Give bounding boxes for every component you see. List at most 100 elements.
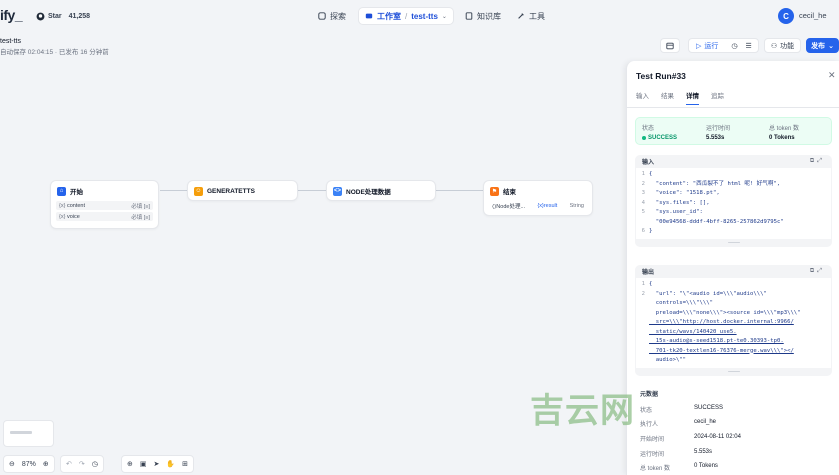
line-number: 1 — [641, 281, 645, 287]
line-number: 4 — [641, 199, 645, 206]
flag-icon: ⚑ — [490, 186, 499, 196]
line-number: 2 — [641, 290, 645, 297]
history-icon[interactable]: ◷ — [731, 42, 737, 50]
publish-button[interactable]: 发布 ⌄ — [806, 38, 839, 53]
meta-row: 开始时间 2024-08-11 02:04 — [640, 434, 741, 443]
input-card: 输入 ⧉⤢ 1{ 2 "content": "西瓜裂不了 html 呢! 好气啊… — [635, 155, 832, 247]
checklist-icon[interactable]: ☰ — [746, 42, 752, 50]
node-start[interactable]: ⌂ 开始 {x} content 必填 [≡] {x} voice 必填 [≡] — [50, 180, 159, 229]
line-number — [636, 309, 649, 319]
add-note-icon[interactable]: ▣ — [140, 460, 147, 468]
tab-trace[interactable]: 追踪 — [711, 90, 724, 105]
input-code[interactable]: 1 { 2 "content": "西瓜裂不了 html 呢! 好气啊", 3 "… — [636, 168, 831, 239]
var-required: 必填 — [131, 203, 143, 210]
organize-icon[interactable]: ⊞ — [182, 460, 188, 468]
canvas-toggle-button[interactable] — [660, 38, 680, 53]
line-number: 2 — [641, 180, 645, 187]
book-icon — [465, 12, 473, 20]
tab-detail[interactable]: 详情 — [686, 90, 699, 105]
add-node-icon[interactable]: ⊕ — [127, 460, 133, 468]
redo-icon[interactable]: ↷ — [79, 460, 85, 468]
nav-separator: / — [405, 11, 408, 21]
nav-knowledge[interactable]: 知识库 — [465, 8, 501, 24]
undo-icon[interactable]: ↶ — [66, 460, 72, 468]
node-generatetts[interactable]: ☺ GENERATETTS — [187, 180, 298, 201]
meta-row: 状态 SUCCESS — [640, 405, 723, 414]
minimap[interactable] — [3, 420, 54, 447]
runtime-label: 运行时间 — [706, 126, 731, 132]
wrench-icon — [518, 13, 524, 19]
edge-generate-process — [298, 190, 326, 191]
meta-key: 运行时间 — [640, 452, 665, 458]
expand-icon[interactable]: ⤢ — [817, 158, 825, 164]
star-label: Star — [48, 13, 62, 20]
tab-result[interactable]: 结果 — [661, 90, 674, 105]
var-name: content — [66, 202, 86, 209]
nav-tools[interactable]: 工具 — [517, 8, 545, 24]
line-number: 5 — [641, 209, 645, 215]
var-name: result — [543, 202, 558, 209]
var-name: voice — [66, 213, 80, 220]
history-controls: ↶ ↷ ◷ — [60, 455, 104, 473]
code-line: } — [649, 228, 653, 234]
history-icon[interactable]: ◷ — [92, 460, 98, 468]
code-line: audio>\"" — [649, 357, 687, 363]
play-icon[interactable]: ▷ — [696, 42, 701, 50]
publish-label: 发布 — [811, 42, 826, 50]
github-star-button[interactable]: Star 41,258 — [36, 10, 90, 23]
code-line: "00e94568-dddf-4bff-8265-257862d9795c" — [649, 218, 784, 225]
close-icon[interactable]: ✕ — [828, 70, 836, 81]
tokens-label: 总 token 数 — [769, 126, 800, 132]
features-icon: ⚇ — [770, 42, 778, 50]
zoom-level[interactable]: 87% — [22, 461, 36, 468]
node-process-data[interactable]: <> NODE处理数据 — [326, 180, 436, 201]
node-end[interactable]: ⚑ 结束 ⟨⟩Node处理... {x}result String — [483, 180, 593, 216]
code-icon: <> — [333, 186, 342, 196]
edge-process-end — [436, 190, 483, 191]
watermark-logo: 吉云网 — [530, 391, 635, 431]
output-code[interactable]: 1 { 2 "url": "\"<audio id=\\\"audio\\\" c… — [636, 278, 831, 368]
line-number — [636, 299, 649, 309]
code-line: static/wavs/140420_use5. — [649, 328, 737, 335]
username[interactable]: cecil_he — [799, 11, 827, 20]
chevron-down-icon: ⌄ — [828, 42, 834, 50]
code-line: "sys.user_id": — [649, 209, 703, 215]
expand-icon[interactable]: ⤢ — [817, 268, 825, 274]
zoom-out-icon[interactable]: ⊖ — [9, 460, 15, 468]
status-label: 状态 — [642, 126, 655, 132]
var-required: 必填 — [131, 214, 143, 221]
run-button[interactable]: 运行 — [704, 41, 718, 51]
tab-divider — [627, 107, 839, 108]
code-line: src=\\\"http://host.docker.internal:9966… — [649, 319, 794, 325]
line-number — [636, 218, 649, 228]
tokens-value: 0 Tokens — [769, 135, 795, 141]
nav-tools-label: 工具 — [529, 11, 545, 21]
resize-handle[interactable] — [635, 239, 832, 247]
node-generate-title: GENERATETTS — [207, 187, 255, 195]
edge-start-generate — [160, 190, 187, 191]
features-button[interactable]: ⚇ 功能 — [764, 38, 801, 53]
resize-handle[interactable] — [635, 368, 832, 376]
code-line: { — [649, 281, 653, 287]
variable-icon: {x} — [59, 213, 66, 220]
pointer-icon[interactable]: ➤ — [154, 460, 160, 468]
hand-icon[interactable]: ✋ — [166, 460, 175, 468]
dify-logo[interactable]: ify_ — [0, 7, 23, 23]
var-source: Node处理... — [496, 203, 526, 210]
zoom-in-icon[interactable]: ⊕ — [43, 460, 49, 468]
start-var-content: {x} content 必填 [≡] — [56, 201, 153, 210]
runtime-value: 5.553s — [706, 135, 725, 141]
chevron-down-icon[interactable]: ⌄ — [442, 13, 447, 20]
line-number: 1 — [641, 171, 645, 177]
top-navigation-bar: ify_ Star 41,258 探索 工作室 / test-tts ⌄ 知识库… — [0, 0, 839, 33]
autosave-status: 自动保存 02:04:15 · 已发布 16 分钟前 — [0, 49, 109, 56]
nav-studio[interactable]: 工作室 / test-tts ⌄ — [359, 8, 453, 24]
code-line: { — [649, 171, 653, 177]
nav-explore[interactable]: 探索 — [318, 8, 346, 24]
tab-input[interactable]: 输入 — [636, 90, 649, 105]
star-count: 41,258 — [68, 13, 91, 20]
line-number — [636, 356, 649, 366]
nav-app-label: test-tts — [411, 11, 438, 21]
meta-row: 运行时间 5.553s — [640, 449, 712, 458]
user-avatar[interactable]: C — [778, 8, 794, 24]
